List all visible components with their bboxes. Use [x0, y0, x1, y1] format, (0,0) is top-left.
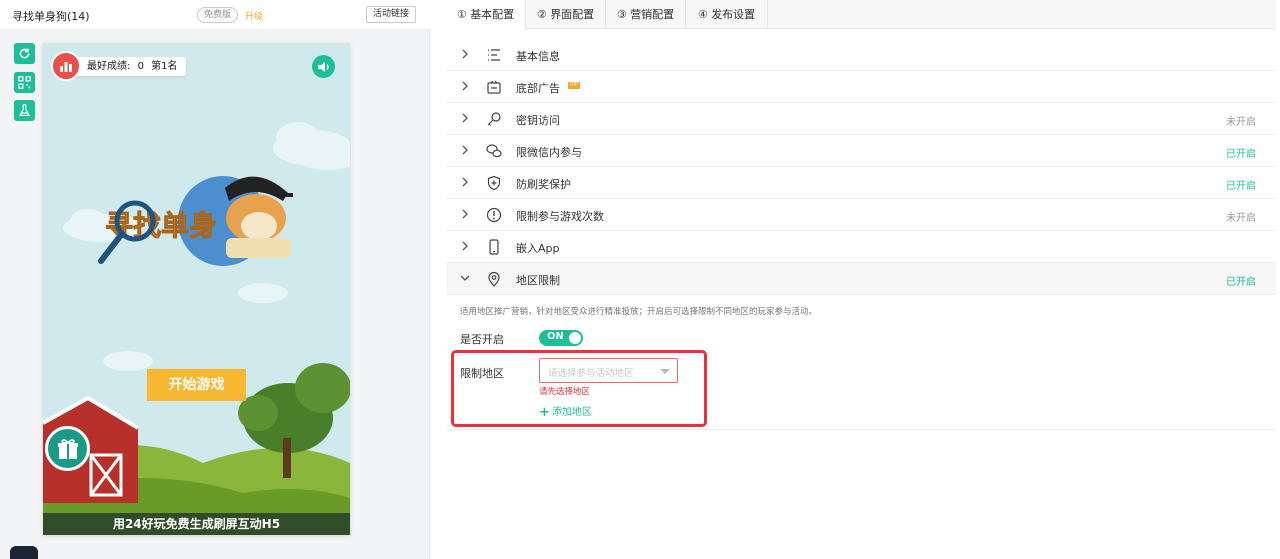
region-error-message: 请先选择地区	[539, 387, 591, 397]
setting-status: 已开启	[1226, 277, 1256, 288]
chevron-right-icon	[462, 49, 468, 59]
setting-label: 基本信息	[516, 50, 560, 63]
ranking-button[interactable]	[51, 51, 81, 81]
speaker-icon	[318, 61, 329, 72]
region-select-placeholder: 请选择参与活动地区	[548, 368, 634, 379]
vip-badge: VIP	[568, 82, 580, 89]
preview-panel: 寻找单身狗(14) 免费版 升级 活动链接 寻找单身 最好成绩: 0 第1名 开…	[0, 0, 430, 559]
tab-label: 基本配置	[470, 8, 515, 21]
gift-button[interactable]	[45, 426, 90, 471]
chevron-right-icon	[462, 145, 468, 155]
tab-number: ③	[616, 8, 627, 21]
setting-label: 嵌入App	[516, 242, 560, 255]
region-limit-label: 限制地区	[460, 367, 504, 380]
bar-chart-icon	[60, 62, 72, 72]
setting-label: 底部广告	[516, 82, 560, 95]
start-game-button[interactable]: 开始游戏	[147, 369, 246, 401]
setting-row-bottom-ad[interactable]: 底部广告 VIP	[446, 71, 1276, 103]
plus-icon: +	[539, 405, 550, 420]
setting-status: 已开启	[1226, 149, 1256, 160]
divider	[446, 429, 1276, 430]
setting-row-region-limit[interactable]: 地区限制 已开启	[446, 263, 1276, 295]
chevron-right-icon	[462, 209, 468, 219]
game-background: 寻找单身	[43, 122, 350, 535]
gift-icon	[57, 438, 78, 459]
app-title: 寻找单身狗(14)	[12, 10, 90, 23]
ad-icon	[487, 80, 501, 94]
setting-status: 未开启	[1226, 213, 1256, 224]
location-icon	[488, 271, 500, 287]
flask-icon	[19, 104, 30, 116]
setting-row-play-limit[interactable]: 限制参与游戏次数 未开启	[446, 199, 1276, 231]
alert-icon	[486, 207, 502, 223]
setting-row-embed-app[interactable]: 嵌入App	[446, 231, 1276, 263]
tab-ui-config[interactable]: ② 界面配置	[526, 0, 606, 29]
refresh-button[interactable]	[14, 43, 35, 64]
chevron-right-icon	[462, 177, 468, 187]
setting-row-anti-fraud[interactable]: 防刷奖保护 已开启	[446, 167, 1276, 199]
caret-down-icon	[660, 369, 670, 374]
tab-basic-config[interactable]: ① 基本配置	[446, 0, 526, 30]
wechat-icon	[486, 144, 502, 158]
toggle-knob	[569, 332, 581, 344]
region-enable-toggle[interactable]: ON	[539, 330, 583, 346]
chevron-down-icon	[460, 275, 470, 281]
setting-status: 已开启	[1226, 181, 1256, 192]
avatar[interactable]	[10, 546, 38, 559]
setting-label: 密钥访问	[516, 114, 560, 127]
version-badge: 免费版	[197, 7, 239, 23]
best-score-value: 0	[137, 61, 144, 72]
chevron-right-icon	[462, 81, 468, 91]
tab-number: ②	[536, 8, 547, 21]
setting-label: 限制参与游戏次数	[516, 210, 604, 223]
setting-row-key-access[interactable]: 密钥访问 未开启	[446, 103, 1276, 135]
list-icon	[488, 49, 500, 61]
sound-button[interactable]	[312, 55, 335, 78]
flask-button[interactable]	[14, 100, 35, 121]
setting-label: 限微信内参与	[516, 146, 582, 159]
qrcode-icon	[18, 76, 31, 89]
tab-marketing-config[interactable]: ③ 营销配置	[606, 0, 686, 29]
best-score-label: 最好成绩:	[87, 61, 131, 72]
chevron-right-icon	[462, 113, 468, 123]
qrcode-button[interactable]	[14, 72, 35, 93]
tab-label: 界面配置	[550, 8, 595, 21]
shield-icon	[487, 175, 501, 191]
game-preview: 寻找单身 最好成绩: 0 第1名 开始游戏 用24好玩免费生成刷屏互动H5	[43, 43, 350, 535]
phone-icon	[489, 239, 499, 255]
config-tabs: ① 基本配置 ② 界面配置 ③ 营销配置 ④ 发布设置	[446, 0, 1276, 30]
tab-number: ①	[456, 8, 467, 21]
upgrade-link[interactable]: 升级	[245, 9, 263, 22]
refresh-icon	[19, 48, 30, 59]
key-icon	[487, 112, 501, 126]
rank-text: 第1名	[151, 61, 178, 72]
enable-label: 是否开启	[460, 333, 504, 346]
add-region-label: 添加地区	[551, 407, 592, 418]
tab-label: 发布设置	[711, 8, 756, 21]
setting-row-basic-info[interactable]: 基本信息	[446, 39, 1276, 71]
preview-topbar: 寻找单身狗(14) 免费版 升级 活动链接	[0, 0, 430, 30]
region-description: 适用地区推广营销，针对地区受众进行精准投放；开启后可选择限制不同地区的玩家参与活…	[460, 307, 818, 317]
add-region-button[interactable]: + 添加地区	[539, 403, 592, 420]
setting-label: 防刷奖保护	[516, 178, 571, 191]
promo-banner[interactable]: 用24好玩免费生成刷屏互动H5	[43, 513, 350, 535]
config-panel: ① 基本配置 ② 界面配置 ③ 营销配置 ④ 发布设置 基本信息 底部广告 VI…	[446, 0, 1276, 559]
tab-publish-settings[interactable]: ④ 发布设置	[686, 0, 768, 29]
tab-label: 营销配置	[630, 8, 675, 21]
setting-row-wechat-only[interactable]: 限微信内参与 已开启	[446, 135, 1276, 167]
region-select[interactable]: 请选择参与活动地区	[539, 358, 678, 383]
activity-link-button[interactable]: 活动链接	[366, 6, 417, 23]
setting-status: 未开启	[1226, 117, 1256, 128]
toggle-text: ON	[547, 331, 564, 342]
tab-number: ④	[697, 8, 708, 21]
setting-label: 地区限制	[516, 274, 560, 287]
chevron-right-icon	[462, 241, 468, 251]
